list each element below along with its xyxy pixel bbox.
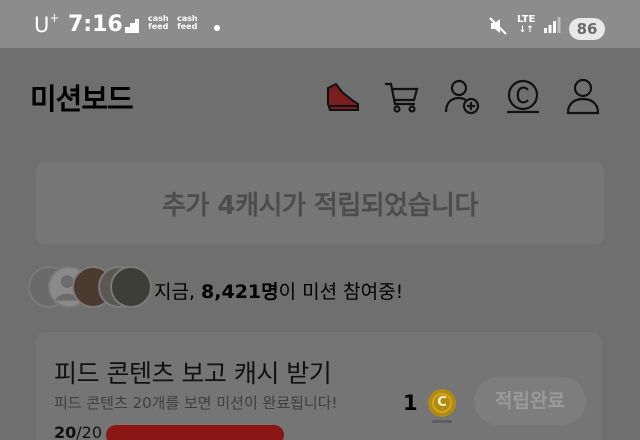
mission-progress-fill xyxy=(106,425,284,440)
mute-icon xyxy=(489,17,507,35)
participant-count-text: 지금, 8,421명이 미션 참여중! xyxy=(154,281,404,303)
more-notifications-dot-icon xyxy=(214,25,220,31)
reward-amount: 1 xyxy=(403,391,418,415)
reward-complete-button[interactable]: 적립완료 xyxy=(474,377,586,425)
cash-coin-icon: C xyxy=(428,389,456,417)
sneaker-icon[interactable] xyxy=(322,76,362,116)
profile-icon[interactable] xyxy=(563,76,603,116)
mission-title: 피드 콘텐츠 보고 캐시 받기 xyxy=(54,359,332,388)
add-friend-icon[interactable] xyxy=(442,76,482,116)
signal-icon xyxy=(544,17,561,33)
mission-progress-text: 20/20 xyxy=(54,423,103,440)
avatar xyxy=(110,266,152,308)
clock: 7:16 xyxy=(68,12,123,37)
participant-avatars xyxy=(28,266,152,310)
cart-icon[interactable] xyxy=(382,76,422,116)
mission-progress-bar xyxy=(106,425,284,440)
cash-earned-banner: 추가 4캐시가 적립되었습니다 xyxy=(36,162,604,244)
cashfeed-notification-icon: cash feed xyxy=(177,14,198,31)
carrier-label: U+ xyxy=(34,11,60,37)
coin-shadow xyxy=(432,420,452,423)
battery-indicator: 86 xyxy=(569,18,605,40)
status-bar: U+ 7:16 cash feed cash feed LTE ↓↑ 86 xyxy=(0,0,640,48)
network-type: LTE ↓↑ xyxy=(517,14,536,36)
mission-description: 피드 콘텐츠 20개를 보면 미션이 완료됩니다! xyxy=(54,394,338,412)
cashfeed-notification-icon: cash feed xyxy=(148,14,169,31)
coin-history-icon[interactable] xyxy=(503,76,543,116)
page-title: 미션보드 xyxy=(30,82,134,116)
flag-notification-icon xyxy=(125,19,139,33)
